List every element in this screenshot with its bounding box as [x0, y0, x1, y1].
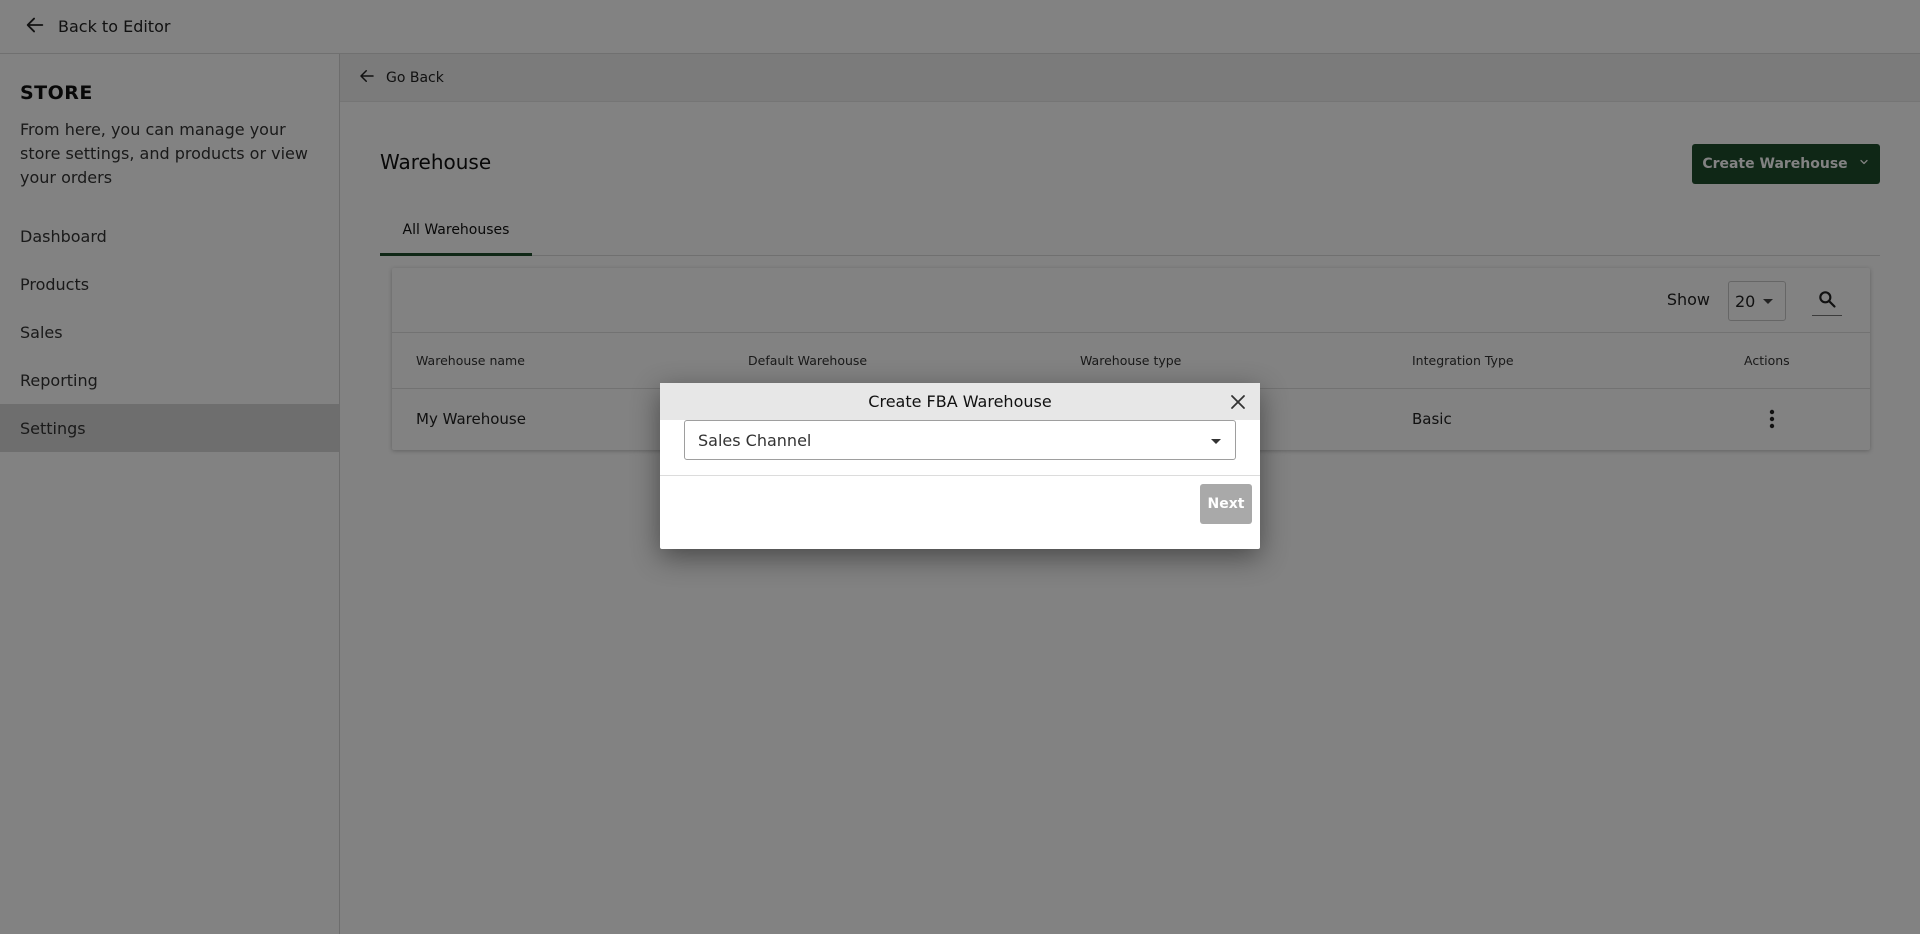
- modal-body: Sales Channel: [660, 420, 1260, 476]
- modal-header: Create FBA Warehouse: [660, 383, 1260, 420]
- sales-channel-placeholder: Sales Channel: [698, 430, 812, 450]
- sales-channel-select[interactable]: Sales Channel: [684, 420, 1236, 460]
- modal-title: Create FBA Warehouse: [868, 392, 1052, 411]
- create-fba-warehouse-modal: Create FBA Warehouse Sales Channel Next: [660, 383, 1260, 549]
- modal-footer: Next: [660, 476, 1260, 548]
- chevron-down-icon: [1211, 439, 1221, 444]
- next-button[interactable]: Next: [1200, 484, 1252, 524]
- close-icon[interactable]: [1230, 394, 1246, 410]
